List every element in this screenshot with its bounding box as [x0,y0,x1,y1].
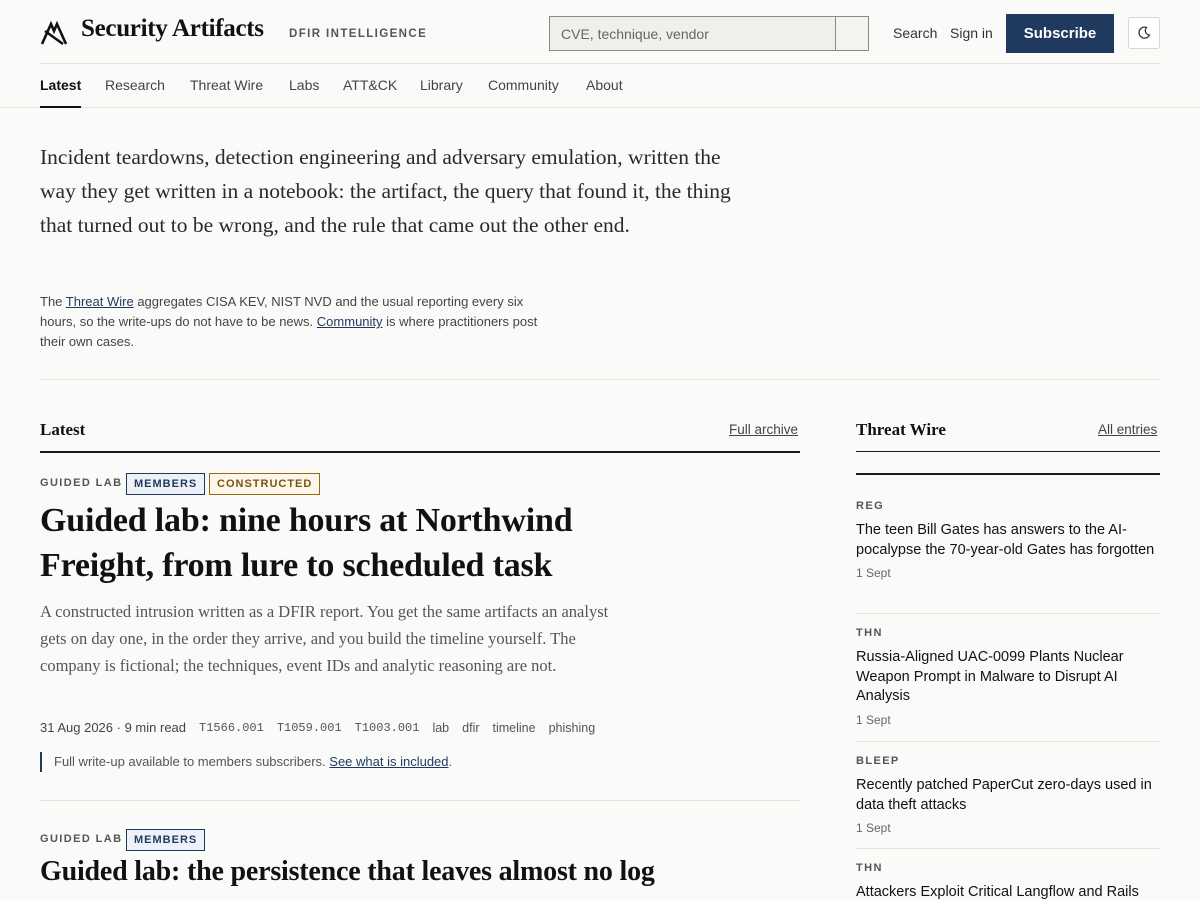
article-kicker: GUIDED LAB [40,833,123,845]
wire-item: REG The teen Bill Gates has answers to t… [856,500,1160,580]
nav-latest[interactable]: Latest [40,77,82,108]
search-link[interactable]: Search [893,25,937,41]
threat-wire-rule [856,473,1160,475]
see-what-is-included-link[interactable]: See what is included [329,754,448,769]
intro-sub-prefix: The [40,294,63,309]
article-meta: 31 Aug 2026 · 9 min read T1566.001 T1059… [40,720,595,735]
article-date: 31 Aug 2026 [40,720,114,735]
wire-source: THN [856,627,883,639]
search-form [549,16,869,51]
latest-rule [40,451,800,453]
article-separator [40,800,800,801]
sign-in-link[interactable]: Sign in [950,25,993,41]
nav-threat-wire[interactable]: Threat Wire [190,77,263,108]
members-badge: MEMBERS [126,473,206,495]
wire-source: BLEEP [856,755,900,767]
wire-source: THN [856,862,883,874]
intro-community-link[interactable]: Community [317,314,383,329]
intro-sub: The Threat Wire aggregates CISA KEV, NIS… [40,292,550,352]
wire-separator [856,848,1160,849]
wire-date: 1 Sept [856,566,891,580]
nav-research[interactable]: Research [105,77,165,108]
wire-title[interactable]: The teen Bill Gates has answers to the A… [856,521,1160,560]
wire-item: THN Attackers Exploit Critical Langflow … [856,862,1160,900]
wire-source: REG [856,500,885,512]
nav-about[interactable]: About [586,77,623,108]
wire-date: 1 Sept [856,712,891,727]
article-title[interactable]: Guided lab: nine hours at Northwind Frei… [40,498,573,588]
technique-tag[interactable]: T1003.001 [355,721,420,735]
article-title-line-2: Freight, from lure to scheduled task [40,547,553,584]
technique-tag[interactable]: T1059.001 [277,721,342,735]
section-divider [40,379,1160,380]
wire-title[interactable]: Recently patched PaperCut zero-days used… [856,776,1160,815]
wire-date: 1 Sept [856,821,891,835]
wire-title[interactable]: Russia-Aligned UAC-0099 Plants Nuclear W… [856,648,1160,707]
nav-community[interactable]: Community [488,77,559,108]
intro-threat-wire-link[interactable]: Threat Wire [66,294,134,309]
note-period: . [448,754,453,769]
full-archive-link[interactable]: Full archive [729,422,798,437]
intro-lead: Incident teardowns, detection engineerin… [40,145,731,237]
search-submit-button[interactable] [835,17,868,50]
article-dek: A constructed intrusion written as a DFI… [40,602,609,675]
meta-separator: · [113,720,125,735]
article-title-line-1: Guided lab: nine hours at Northwind [40,502,573,539]
topic-tag[interactable]: phishing [549,721,596,735]
members-note-text: Full write-up available to members subsc… [54,754,326,769]
nav-labs[interactable]: Labs [289,77,319,108]
logo-icon[interactable] [40,19,68,47]
moon-icon [1138,26,1151,39]
wire-title[interactable]: Attackers Exploit Critical Langflow and … [856,883,1160,900]
nav-library[interactable]: Library [420,77,463,108]
main-nav: Latest Research Threat Wire Labs ATT&CK … [0,64,1200,108]
theme-toggle-button[interactable] [1128,17,1160,49]
topic-tag[interactable]: dfir [462,721,479,735]
search-input[interactable] [550,17,835,50]
topic-tag[interactable]: timeline [493,721,536,735]
wire-separator [856,741,1160,742]
subscribe-button[interactable]: Subscribe [1006,14,1114,53]
site-header: Security Artifacts DFIR INTELLIGENCE Sea… [40,0,1160,64]
technique-tag[interactable]: T1566.001 [199,721,264,735]
members-note: Full write-up available to members subsc… [40,752,452,772]
nav-attack[interactable]: ATT&CK [343,77,397,108]
article-kicker: GUIDED LAB [40,477,123,489]
brand-name[interactable]: Security Artifacts [81,15,264,43]
wire-item: BLEEP Recently patched PaperCut zero-day… [856,755,1160,835]
members-badge: MEMBERS [126,829,206,851]
threat-wire-rule-thin [856,451,1160,452]
latest-heading: Latest [40,420,86,439]
wire-item: THN Russia-Aligned UAC-0099 Plants Nucle… [856,627,1160,727]
article-read-time: 9 min read [124,720,187,735]
topic-tag[interactable]: lab [432,721,449,735]
all-entries-link[interactable]: All entries [1098,422,1157,437]
article-title[interactable]: Guided lab: the persistence that leaves … [40,850,655,894]
wire-separator [856,613,1160,614]
constructed-badge: CONSTRUCTED [209,473,321,495]
threat-wire-heading: Threat Wire [856,420,946,439]
brand-tagline: DFIR INTELLIGENCE [289,28,428,40]
